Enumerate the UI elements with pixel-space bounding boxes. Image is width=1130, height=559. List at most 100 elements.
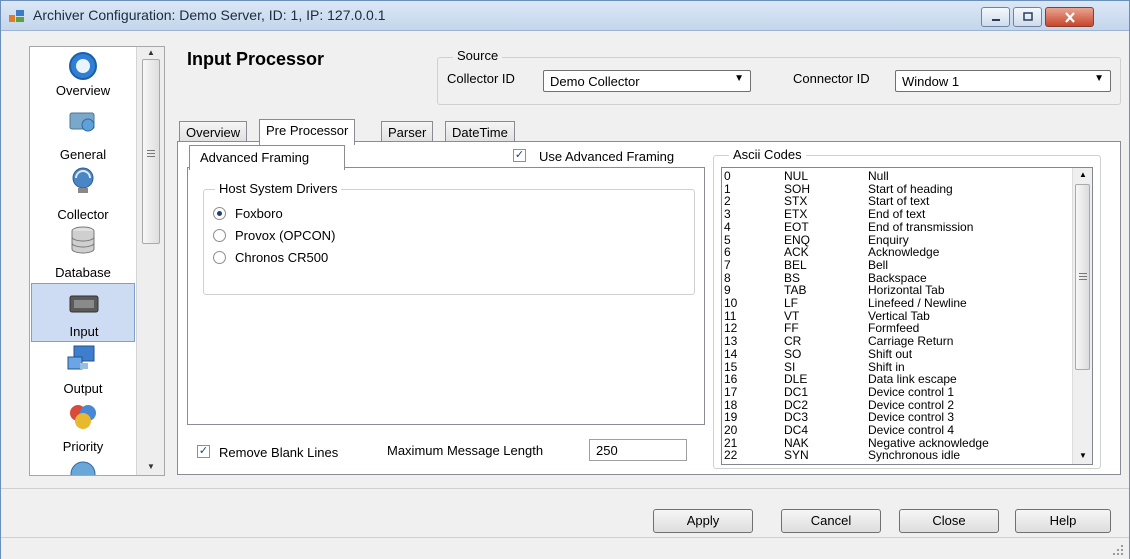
nav-item-general[interactable]: General: [31, 107, 135, 166]
chronos-label: Chronos CR500: [235, 250, 329, 265]
provox-label: Provox (OPCON): [235, 228, 336, 243]
ascii-description: Device control 1: [868, 384, 955, 399]
use-advanced-framing-checkbox[interactable]: ✓: [513, 149, 526, 162]
minimize-button[interactable]: [981, 7, 1010, 27]
ascii-abbrev: SYN: [784, 448, 809, 463]
ascii-description: Shift out: [868, 346, 913, 361]
close-window-button[interactable]: [1045, 7, 1094, 27]
apply-button[interactable]: Apply: [653, 509, 753, 533]
nav-scrollbar[interactable]: ▲ ▼: [136, 47, 164, 475]
ascii-codes-list[interactable]: 0 NUL Null 1 SOH Start of heading 2 STX Start of…: [721, 167, 1093, 465]
database-icon: [71, 226, 95, 254]
collector-id-label: Collector ID: [447, 71, 515, 86]
general-icon: [69, 112, 95, 132]
maximize-icon: [1022, 12, 1033, 21]
collector-id-value: Demo Collector: [550, 74, 640, 89]
nav-label: Overview: [55, 83, 111, 98]
connector-id-select[interactable]: Window 1 ▼: [895, 70, 1111, 92]
nav-label: Input: [69, 324, 99, 339]
nav-item-input[interactable]: Input: [31, 283, 135, 342]
close-icon: [1064, 11, 1075, 23]
nav-label: Collector: [57, 207, 109, 222]
globe-icon: [70, 461, 96, 475]
list-item[interactable]: 4 EOT End of transmission: [722, 219, 1072, 234]
list-item[interactable]: 7 BEL Bell: [722, 257, 1072, 272]
source-label: Source: [453, 48, 503, 63]
ascii-codes-label: Ascii Codes: [729, 147, 806, 162]
radio-provox[interactable]: [213, 229, 226, 242]
list-item[interactable]: 14 SO Shift out: [722, 346, 1072, 361]
window-title: Archiver Configuration: Demo Server, ID:…: [33, 7, 386, 23]
nav-item-more[interactable]: [31, 457, 135, 475]
close-button[interactable]: Close: [899, 509, 999, 533]
remove-blank-lines-label: Remove Blank Lines: [219, 445, 339, 460]
archiver-configuration-window: Archiver Configuration: Demo Server, ID:…: [0, 0, 1130, 559]
ascii-scroll-thumb[interactable]: [1075, 184, 1090, 370]
collector-icon: [72, 167, 94, 193]
ascii-description: End of transmission: [868, 219, 974, 234]
maximize-button[interactable]: [1013, 7, 1042, 27]
nav-scroll-thumb[interactable]: [142, 59, 160, 244]
nav-label: Output: [63, 381, 103, 396]
scroll-down-icon[interactable]: ▼: [1073, 449, 1092, 463]
list-item[interactable]: 6 ACK Acknowledge: [722, 246, 1072, 259]
foxboro-label: Foxboro: [235, 206, 283, 221]
app-icon: [9, 10, 24, 22]
radio-chronos[interactable]: [213, 251, 226, 264]
list-item[interactable]: 22 SYN Synchronous idle: [722, 449, 1072, 462]
nav-item-overview[interactable]: Overview: [31, 47, 135, 102]
ascii-description: Bell: [868, 257, 889, 272]
title-bar[interactable]: Archiver Configuration: Demo Server, ID:…: [1, 1, 1129, 31]
connector-id-label: Connector ID: [793, 71, 870, 86]
separator: [1, 488, 1129, 489]
chevron-down-icon: ▼: [734, 73, 744, 84]
max-message-length-input[interactable]: 250: [589, 439, 687, 461]
ascii-code: 4: [724, 219, 731, 234]
input-icon: [69, 295, 99, 313]
cancel-button[interactable]: Cancel: [781, 509, 881, 533]
ascii-abbrev: SO: [784, 346, 802, 361]
help-button[interactable]: Help: [1015, 509, 1111, 533]
chevron-down-icon: ▼: [1094, 73, 1104, 84]
ascii-code: 17: [724, 384, 738, 399]
use-advanced-framing-label: Use Advanced Framing: [539, 149, 675, 164]
minimize-icon: [991, 19, 1000, 21]
nav-label: Priority: [62, 439, 104, 454]
ascii-abbrev: DC1: [784, 384, 809, 399]
ascii-description: Synchronous idle: [868, 448, 961, 463]
ascii-scrollbar[interactable]: ▲ ▼: [1072, 168, 1092, 464]
nav-label: General: [59, 147, 107, 162]
host-system-drivers-label: Host System Drivers: [215, 181, 342, 196]
overview-icon: [69, 52, 97, 80]
nav-label: Database: [55, 265, 111, 280]
priority-icon: [70, 405, 96, 429]
page-title: Input Processor: [187, 49, 325, 69]
tab-parser[interactable]: Parser: [381, 121, 434, 143]
max-message-length-label: Maximum Message Length: [387, 443, 544, 458]
nav-item-collector[interactable]: Collector: [31, 165, 135, 224]
remove-blank-lines-checkbox[interactable]: ✓: [197, 445, 210, 458]
ascii-abbrev: BEL: [784, 257, 807, 272]
tab-pre-processor[interactable]: Pre Processor: [259, 119, 356, 145]
scroll-down-icon[interactable]: ▼: [137, 461, 164, 473]
tab-overview[interactable]: Overview: [179, 121, 248, 143]
scroll-up-icon[interactable]: ▲: [137, 47, 164, 59]
tab-advanced-framing[interactable]: Advanced Framing: [189, 145, 345, 170]
ascii-code: 14: [724, 346, 738, 361]
list-item[interactable]: 17 DC1 Device control 1: [722, 384, 1072, 399]
connector-id-value: Window 1: [902, 74, 960, 89]
nav-item-output[interactable]: Output: [31, 341, 135, 400]
output-icon: [67, 345, 95, 370]
tab-datetime[interactable]: DateTime: [445, 121, 515, 143]
ascii-abbrev: EOT: [784, 219, 809, 234]
scroll-up-icon[interactable]: ▲: [1073, 168, 1092, 182]
nav-item-database[interactable]: Database: [31, 223, 135, 282]
ascii-code: 7: [724, 257, 731, 272]
ascii-code: 22: [724, 448, 738, 463]
resize-grip-icon[interactable]: [1113, 545, 1123, 555]
nav-item-priority[interactable]: Priority: [31, 399, 135, 458]
radio-foxboro[interactable]: [213, 207, 226, 220]
status-bar: [1, 537, 1129, 559]
collector-id-select[interactable]: Demo Collector ▼: [543, 70, 751, 92]
side-navigation: Overview General Collector Database Inpu…: [29, 46, 165, 476]
